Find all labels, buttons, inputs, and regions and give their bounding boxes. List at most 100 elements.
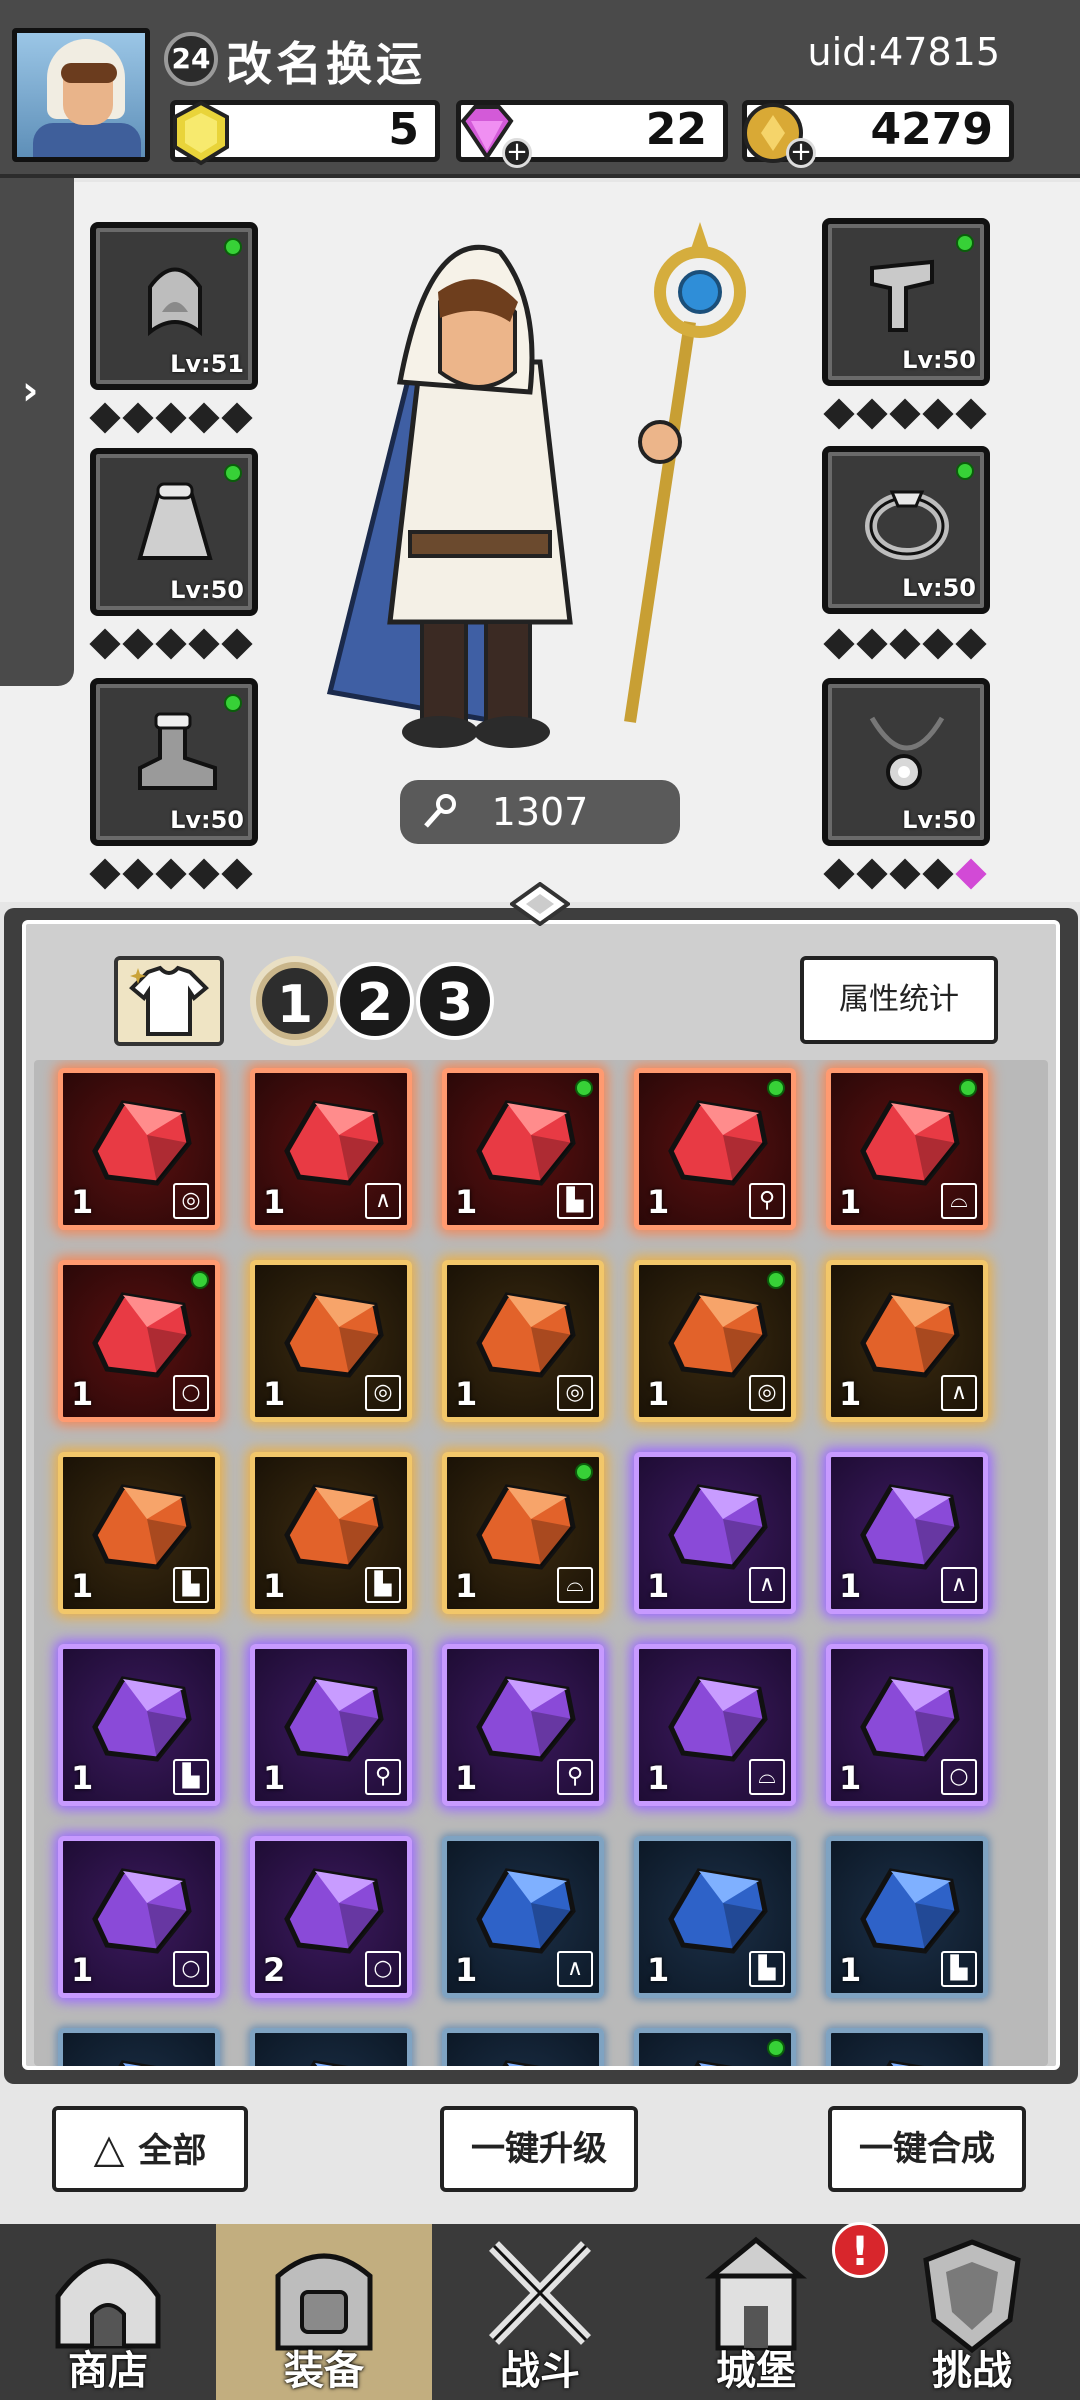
gem-purple-icon xyxy=(668,1676,768,1762)
add-diamond-button[interactable]: + xyxy=(502,138,532,168)
gem-count: 1 xyxy=(71,1183,94,1221)
slot-level: Lv:50 xyxy=(170,576,244,604)
set-tab-1[interactable]: 1 xyxy=(256,962,334,1040)
nav-challenge[interactable]: 挑战 xyxy=(864,2224,1080,2400)
gem-cell-purple[interactable]: 1 ▙ xyxy=(58,1644,220,1806)
gem-cell-red[interactable]: 1 ⌓ xyxy=(826,1068,988,1230)
equip-slot-helmet[interactable]: Lv:51 xyxy=(90,222,258,390)
gem-cell-red[interactable]: 1 ∧ xyxy=(250,1068,412,1230)
gem-orange-icon xyxy=(92,1484,192,1570)
new-indicator xyxy=(191,1271,209,1289)
equip-slot-glove[interactable]: Lv:50 xyxy=(822,218,990,386)
gem-cell-blue[interactable]: 1 ∧ xyxy=(442,1836,604,1998)
gem-count: 1 xyxy=(71,1759,94,1797)
set-tab-2[interactable]: 2 xyxy=(336,962,414,1040)
nav-challenge-label: 挑战 xyxy=(932,2347,1012,2394)
nav-shop[interactable]: 商店 xyxy=(0,2224,216,2400)
new-indicator xyxy=(767,1079,785,1097)
gem-slot-type-icon: ◎ xyxy=(749,1375,785,1411)
equip-slot-ring[interactable]: Lv:50 xyxy=(822,446,990,614)
gem-red-icon xyxy=(668,1100,768,1186)
gem-red-icon xyxy=(860,1100,960,1186)
gem-slot-type-icon: ∧ xyxy=(557,1951,593,1987)
nav-castle-label: 城堡 xyxy=(716,2347,796,2394)
gem-cell-orange[interactable]: 1 ◎ xyxy=(250,1260,412,1422)
gem-cell-red[interactable]: 1 ⚲ xyxy=(634,1068,796,1230)
gem-cell-red[interactable]: 1 ○ xyxy=(58,1260,220,1422)
nav-equipment[interactable]: 装备 xyxy=(216,2224,432,2400)
gem-count: 1 xyxy=(455,1375,478,1413)
gem-blue-icon xyxy=(668,1868,768,1954)
gem-cell-purple[interactable]: 1 ⚲ xyxy=(442,1644,604,1806)
gem-count: 1 xyxy=(839,1183,862,1221)
inventory-inner: 1 2 3 属性统计 1 ◎ 1 ∧ 1 ▙ 1 ⚲ 1 ⌓ 1 ○ 1 ◎ 1 ◎ 1 ◎ 1 ∧ 1 ▙ 1 ▙ 1 ⌓ 1 ∧ 1… xyxy=(22,920,1060,2070)
equip-slot-cape[interactable]: Lv:50 xyxy=(90,448,258,616)
gem-blue-icon xyxy=(476,1868,576,1954)
filter-all-button[interactable]: △ 全部 xyxy=(52,2106,248,2192)
gem-red-icon xyxy=(92,1100,192,1186)
new-indicator xyxy=(767,2039,785,2057)
gem-cell-blue[interactable] xyxy=(250,2028,412,2066)
gem-count: 1 xyxy=(263,1375,286,1413)
new-indicator xyxy=(575,1463,593,1481)
gem-slot-type-icon: ⚲ xyxy=(749,1183,785,1219)
gem-slot-type-icon: ○ xyxy=(173,1375,209,1411)
gem-cell-blue[interactable] xyxy=(58,2028,220,2066)
nav-battle[interactable]: 战斗 xyxy=(432,2224,648,2400)
gem-cell-purple[interactable]: 2 ○ xyxy=(250,1836,412,1998)
gem-cell-orange[interactable]: 1 ▙ xyxy=(250,1452,412,1614)
gem-cell-blue[interactable]: 1 ▙ xyxy=(826,1836,988,1998)
nav-equipment-label: 装备 xyxy=(284,2347,364,2394)
slot-level: Lv:50 xyxy=(902,806,976,834)
gem-count: 1 xyxy=(455,1183,478,1221)
gem-cell-purple[interactable]: 1 ∧ xyxy=(826,1452,988,1614)
side-panel-toggle[interactable]: › xyxy=(0,178,74,686)
gem-purple-icon xyxy=(668,1484,768,1570)
gem-cell-orange[interactable]: 1 ⌓ xyxy=(442,1452,604,1614)
gem-cell-purple[interactable]: 1 ○ xyxy=(826,1644,988,1806)
gem-slot-type-icon: ⌓ xyxy=(941,1183,977,1219)
gem-cell-orange[interactable]: 1 ◎ xyxy=(442,1260,604,1422)
slot-level: Lv:51 xyxy=(170,350,244,378)
merge-all-button[interactable]: 一键合成 xyxy=(828,2106,1026,2192)
gem-cell-orange[interactable]: 1 ∧ xyxy=(826,1260,988,1422)
player-avatar[interactable] xyxy=(12,28,150,162)
equip-slot-boots[interactable]: Lv:50 xyxy=(90,678,258,846)
necklace-icon xyxy=(869,716,945,790)
gem-cell-orange[interactable]: 1 ◎ xyxy=(634,1260,796,1422)
gem-inventory-panel: 1 2 3 属性统计 1 ◎ 1 ∧ 1 ▙ 1 ⚲ 1 ⌓ 1 ○ 1 ◎ 1 ◎ 1 ◎ 1 ∧ 1 ▙ 1 ▙ 1 ⌓ 1 ∧ 1… xyxy=(4,908,1078,2084)
equip-slot-necklace[interactable]: Lv:50 xyxy=(822,678,990,846)
add-coin-button[interactable]: + xyxy=(786,138,816,168)
gem-cell-purple[interactable]: 1 ⌓ xyxy=(634,1644,796,1806)
set-tab-3[interactable]: 3 xyxy=(416,962,494,1040)
gem-cell-blue[interactable] xyxy=(826,2028,988,2066)
gem-count: 1 xyxy=(647,1951,670,1989)
gem-cell-purple[interactable]: 1 ○ xyxy=(58,1836,220,1998)
player-name[interactable]: 改名换运 xyxy=(226,28,426,94)
cape-star-rating xyxy=(89,628,253,660)
outfit-button[interactable] xyxy=(114,956,224,1046)
gem-count: 1 xyxy=(839,1951,862,1989)
gem-cell-purple[interactable]: 1 ⚲ xyxy=(250,1644,412,1806)
gem-cell-blue[interactable] xyxy=(442,2028,604,2066)
gem-slot-type-icon: ◎ xyxy=(557,1375,593,1411)
gem-count: 1 xyxy=(71,1951,94,1989)
gem-cell-red[interactable]: 1 ◎ xyxy=(58,1068,220,1230)
gold-gem-counter: 5 xyxy=(170,100,440,166)
gem-count: 1 xyxy=(647,1183,670,1221)
gem-count: 1 xyxy=(647,1759,670,1797)
gem-slot-type-icon: ⌓ xyxy=(749,1759,785,1795)
upgrade-all-button[interactable]: 一键升级 xyxy=(440,2106,638,2192)
boots-star-rating xyxy=(89,858,253,890)
attribute-stats-button[interactable]: 属性统计 xyxy=(800,956,998,1044)
gem-slot-type-icon: ▙ xyxy=(365,1567,401,1603)
gem-cell-purple[interactable]: 1 ∧ xyxy=(634,1452,796,1614)
gem-cell-blue[interactable] xyxy=(634,2028,796,2066)
gem-cell-orange[interactable]: 1 ▙ xyxy=(58,1452,220,1614)
gem-count: 1 xyxy=(839,1375,862,1413)
gem-slot-type-icon: ∧ xyxy=(941,1375,977,1411)
gem-cell-blue[interactable]: 1 ▙ xyxy=(634,1836,796,1998)
new-indicator xyxy=(767,1271,785,1289)
gem-cell-red[interactable]: 1 ▙ xyxy=(442,1068,604,1230)
gem-red-icon xyxy=(476,1100,576,1186)
